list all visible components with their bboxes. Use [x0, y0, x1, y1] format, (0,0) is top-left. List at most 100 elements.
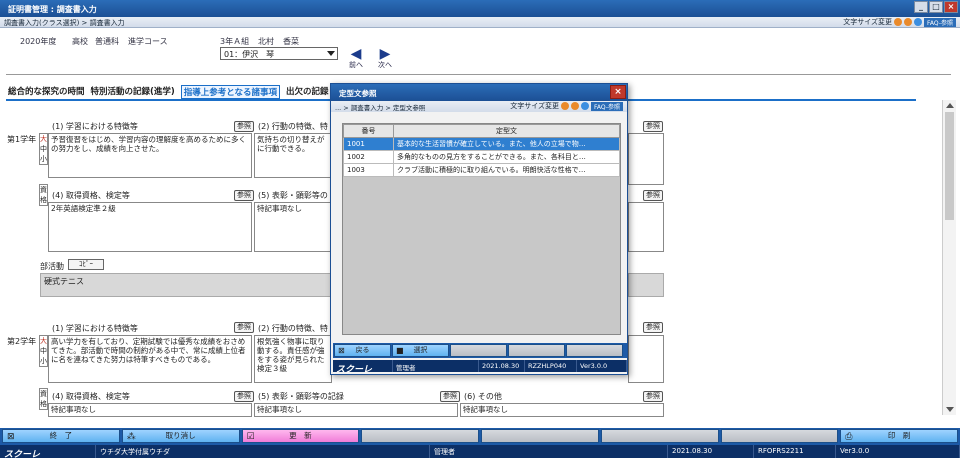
breadcrumb-text: 調査書入力(クラス選択) > 調査書入力 [4, 19, 125, 27]
tab-bar: 総合的な探究の時間 特別活動の記録(進学) 指導上参考となる諸事項 出欠の記録 [8, 85, 329, 99]
update-label: 更 新 [289, 431, 312, 440]
dialog-logo: スクーレ [333, 360, 393, 375]
y2-s3-textarea[interactable] [628, 335, 664, 383]
dialog-font-label: 文字サイズ変更 [510, 102, 560, 110]
copy-button[interactable]: ｺﾋﾟｰ [68, 259, 104, 270]
badge-m: 中 [40, 347, 47, 355]
y2-size-badge[interactable]: 大中小 [39, 335, 48, 367]
class-name: 3年Ａ組 [220, 37, 250, 46]
y1-qual-badge[interactable]: 資格 [39, 184, 48, 206]
badge-q1: 資 [40, 390, 47, 398]
font-size-label: 文字サイズ変更 [843, 18, 893, 26]
window-controls: _ □ × [914, 1, 958, 13]
dialog-font-controls: 文字サイズ変更 FAQ-参照 [510, 101, 623, 111]
y1-qual-textarea[interactable]: 2年英語検定準２級 [48, 202, 252, 252]
y2-study-textarea[interactable]: 高い学力を有しており、定期試験では優秀な成績をおさめてきた。部活動で時間の制約が… [48, 335, 252, 383]
y1-s1-ref-button[interactable]: 参照 [234, 121, 254, 132]
close-icon[interactable]: × [944, 1, 958, 13]
club-label: 部活動 [40, 262, 64, 271]
y2-other-textarea[interactable]: 特記事項なし [460, 403, 664, 417]
table-row[interactable]: 1002 多角的なものの見方をすることができる。また、各科目と… [343, 150, 620, 164]
school-year: 2020年度 [20, 37, 57, 46]
scroll-up-icon[interactable] [946, 103, 954, 108]
tab-attendance[interactable]: 出欠の記録 [286, 85, 329, 99]
y2-behavior-textarea[interactable]: 根気強く物事に取り 動する。責任感が強 をする姿が見られた 検定３級 [254, 335, 332, 383]
dialog-breadcrumb-text: ... > 調査書入力 > 定型文参照 [335, 104, 426, 112]
window-title-bar: 証明書管理 : 調査書入力 _ □ × [0, 0, 960, 17]
y1-s6-ref-button[interactable]: 参照 [643, 190, 663, 201]
y1-size-badge[interactable]: 大中小 [39, 133, 48, 165]
y1-behavior-textarea[interactable]: 気持ちの切り替えが に行動できる。 [254, 133, 332, 178]
update-button[interactable]: ☑ 更 新 [241, 429, 360, 443]
y2-s5-ref-button[interactable]: 参照 [440, 391, 460, 402]
y2-section1-title: (1) 学習における特徴等 [52, 324, 138, 333]
next-label: 次へ [378, 61, 392, 69]
y1-s4-ref-button[interactable]: 参照 [234, 190, 254, 201]
faq-button[interactable]: FAQ-参照 [924, 17, 956, 27]
font-smaller-icon[interactable] [894, 18, 903, 26]
student-select[interactable]: 01：伊沢 琴 [220, 47, 338, 60]
minimize-icon[interactable]: _ [914, 1, 928, 13]
tab-guidance[interactable]: 指導上参考となる諸事項 [180, 85, 281, 99]
dialog-back-button[interactable]: ⊠ 戻る [334, 344, 391, 357]
app-logo: スクーレ [0, 445, 96, 460]
badge-l: 大 [40, 337, 47, 345]
y1-other-textarea[interactable] [628, 133, 664, 185]
font-larger-icon[interactable] [904, 18, 913, 26]
close-box-icon: ⊠ [338, 346, 345, 355]
y2-s6-ref-button[interactable]: 参照 [643, 391, 663, 402]
dialog-select-button[interactable]: ■ 選択 [392, 344, 449, 357]
window-title: 証明書管理 : 調査書入力 [8, 5, 97, 14]
y2-section5-title: (5) 表彰・顕彰等の記録 [258, 392, 344, 401]
font-larger-icon[interactable] [571, 102, 580, 110]
badge-m: 中 [40, 145, 47, 153]
status-school: ウチダ大学付属ウチダ [96, 445, 430, 458]
prev-button[interactable]: ◀ 前へ [345, 47, 367, 70]
y1-s3-ref-button[interactable]: 参照 [643, 121, 663, 132]
table-row[interactable]: 1003 クラブ活動に積極的に取り組んでいる。明朗快活な性格で… [343, 163, 620, 177]
dialog-status-version: Ver3.0.0 [577, 360, 627, 372]
print-button[interactable]: ⎙ 印 刷 [840, 429, 958, 443]
y2-award-textarea[interactable]: 特記事項なし [254, 403, 458, 417]
dialog-faq-button[interactable]: FAQ-参照 [591, 101, 623, 111]
page-scrollbar[interactable] [942, 100, 956, 415]
close-box-icon: ⊠ [7, 432, 15, 442]
dialog-toolbar: ⊠ 戻る ■ 選択 [333, 343, 627, 358]
y1-award-textarea[interactable]: 特記事項なし [254, 202, 332, 252]
y2-qual-badge[interactable]: 資格 [39, 388, 48, 410]
tab-inquiry[interactable]: 総合的な探究の時間 [8, 85, 85, 99]
table-row[interactable]: 1001 基本的な生活習慣が確立している。また、他人の立場で物… [343, 137, 620, 151]
status-bar: スクーレ ウチダ大学付属ウチダ 管理者 2021.08.30 RFOFRS221… [0, 445, 960, 460]
course-name: 進学コース [128, 37, 168, 46]
exit-button[interactable]: ⊠ 終 了 [2, 429, 120, 443]
year2-label: 第2学年 [7, 337, 37, 346]
status-code: RFOFRS2211 [754, 445, 836, 458]
maximize-icon[interactable]: □ [929, 1, 943, 13]
teacher-name: 北村 [258, 37, 274, 46]
y1-study-textarea[interactable]: 予習復習をはじめ、学習内容の理解度を高めるために多くの努力をし、成績を向上させた… [48, 133, 252, 178]
y1-section5-title: (5) 表彰・顕彰等の [258, 191, 328, 200]
tab-special-activity[interactable]: 特別活動の記録(進学) [91, 85, 175, 99]
scroll-thumb[interactable] [945, 112, 954, 220]
font-smaller-icon[interactable] [561, 102, 570, 110]
template-dialog: 定型文参照 × ... > 調査書入力 > 定型文参照 文字サイズ変更 FAQ-… [330, 83, 628, 375]
empty-button-2 [481, 429, 599, 443]
next-button[interactable]: ▶ 次へ [374, 47, 396, 70]
y2-s4-ref-button[interactable]: 参照 [234, 391, 254, 402]
dialog-back-label: 戻る [355, 346, 370, 354]
help-icon[interactable] [914, 18, 923, 26]
badge-q1: 資 [40, 186, 47, 194]
club-field[interactable]: 硬式テニス [40, 273, 332, 297]
y1-other2-textarea[interactable] [628, 202, 664, 252]
scroll-down-icon[interactable] [946, 407, 954, 412]
row-number: 1003 [343, 163, 394, 177]
y2-qual-textarea[interactable]: 特記事項なし [48, 403, 252, 417]
cancel-button[interactable]: ⁂ 取り消し [121, 429, 240, 443]
dialog-close-icon[interactable]: × [610, 85, 626, 99]
y2-s3-ref-button[interactable]: 参照 [643, 322, 663, 333]
dialog-empty-button-3 [566, 344, 623, 357]
year1-label: 第1学年 [7, 135, 37, 144]
y2-s1-ref-button[interactable]: 参照 [234, 322, 254, 333]
help-icon[interactable] [581, 102, 590, 110]
dialog-status-user: 管理者 [393, 360, 479, 372]
